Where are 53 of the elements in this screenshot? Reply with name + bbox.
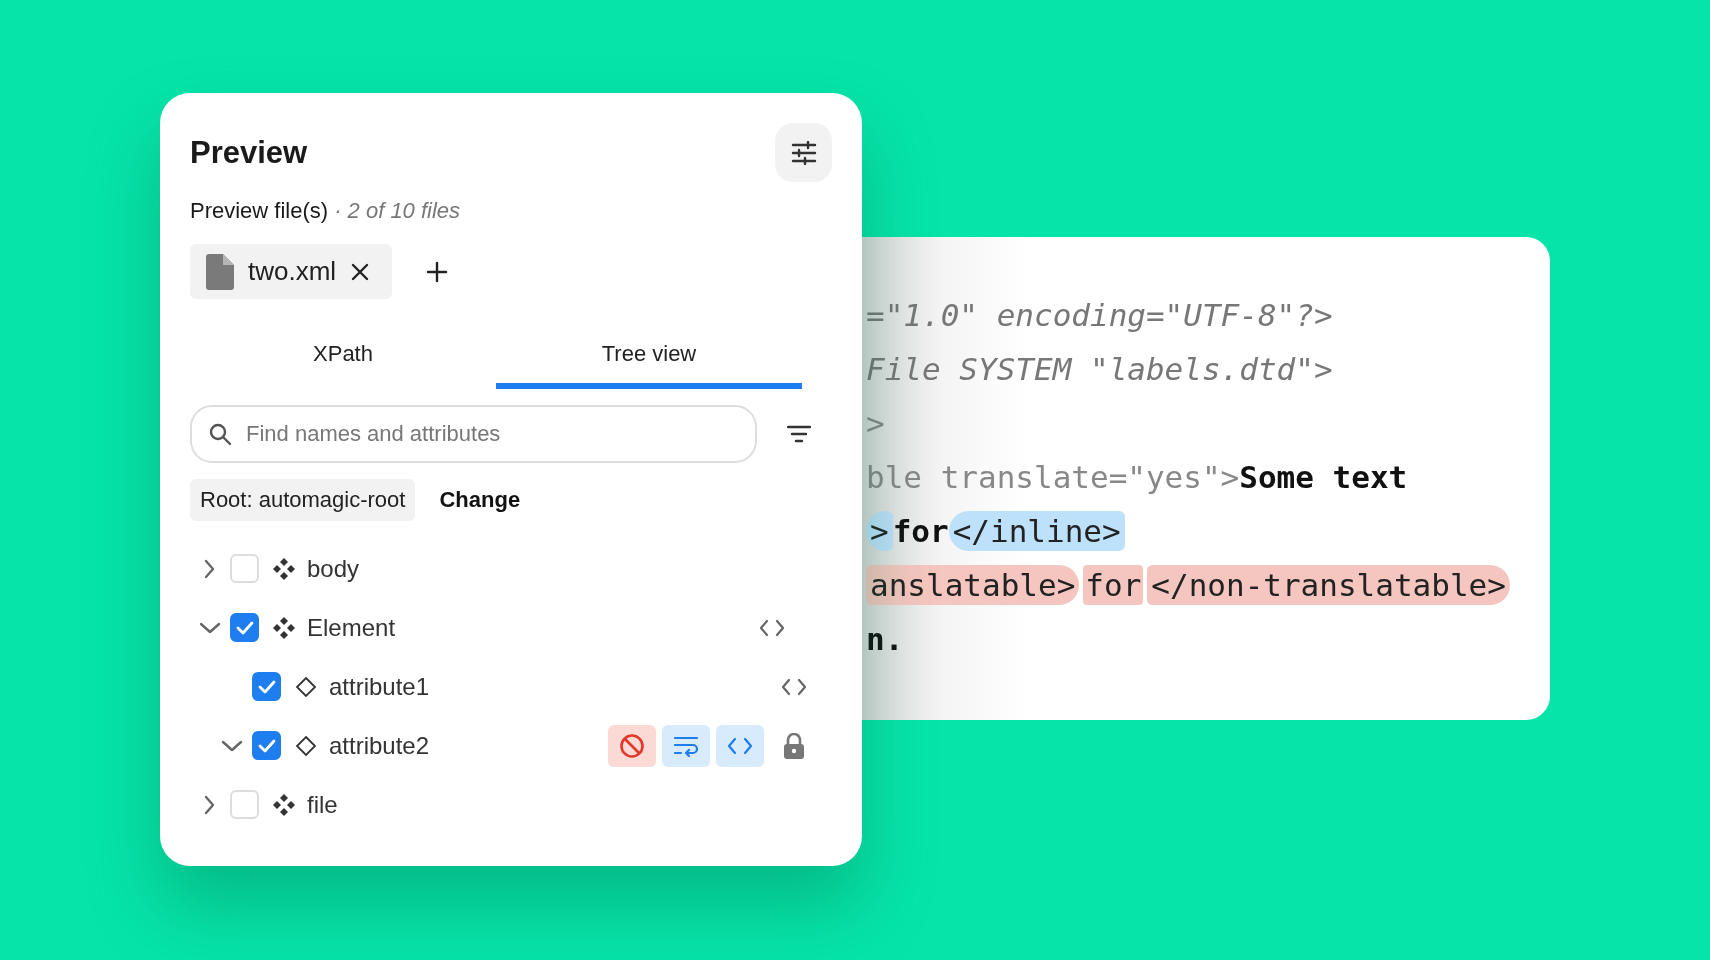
- node-name: attribute2: [329, 731, 430, 760]
- diamond-icon: [295, 675, 317, 698]
- code-icon: [781, 677, 807, 696]
- element-icon: [273, 557, 295, 580]
- search-icon: [208, 422, 232, 446]
- wrap-icon: [673, 734, 699, 757]
- file-chip[interactable]: two.xml: [190, 244, 393, 299]
- files-count: · 2 of 10 files: [334, 198, 461, 224]
- file-icon: [206, 253, 234, 290]
- file-name: two.xml: [248, 256, 337, 287]
- code-text: n.: [866, 621, 904, 657]
- sliders-icon: [790, 140, 817, 165]
- code-text: for: [1083, 565, 1144, 605]
- node-name: attribute1: [329, 672, 430, 701]
- tag-token: >: [866, 511, 893, 551]
- root-label: Root: automagic-root: [190, 479, 416, 521]
- check-icon: [257, 679, 276, 694]
- wrap-button[interactable]: [662, 724, 710, 767]
- checkbox[interactable]: [252, 672, 281, 701]
- code-text: ble translate="yes">: [866, 459, 1240, 495]
- node-name: file: [307, 790, 338, 819]
- tag-token: </non-translatable>: [1147, 565, 1510, 605]
- filter-icon[interactable]: [787, 425, 811, 443]
- code-text: ="1.0" encoding="UTF-8"?>: [866, 297, 1333, 333]
- check-icon: [257, 738, 276, 753]
- search-field[interactable]: Find names and attributes: [190, 405, 757, 463]
- check-icon: [235, 620, 254, 635]
- close-icon[interactable]: [350, 261, 371, 282]
- lock-icon: [783, 732, 805, 759]
- tag-token: anslatable>: [866, 565, 1080, 605]
- tab[interactable]: XPath: [190, 331, 496, 389]
- ignore-button[interactable]: [608, 724, 656, 767]
- code-text: >: [866, 405, 885, 441]
- code-text: File SYSTEM "labels.dtd">: [866, 351, 1333, 387]
- code-icon: [759, 618, 785, 637]
- code-icon: [727, 736, 753, 755]
- prohibited-icon: [619, 732, 645, 759]
- tab[interactable]: Tree view: [496, 331, 802, 389]
- checkbox[interactable]: [230, 613, 259, 642]
- code-text: Some text: [1239, 459, 1408, 495]
- settings-button[interactable]: [775, 123, 832, 182]
- checkbox[interactable]: [252, 731, 281, 760]
- node-name: body: [307, 554, 360, 583]
- tag-token: </inline>: [948, 511, 1125, 551]
- node-name: Element: [307, 613, 396, 642]
- element-icon: [273, 616, 295, 639]
- files-label: Preview file(s): [190, 198, 329, 224]
- code-button[interactable]: [716, 724, 764, 767]
- panel-title: Preview: [190, 134, 308, 171]
- code-text: for: [892, 513, 949, 549]
- diamond-icon: [295, 734, 317, 757]
- change-link[interactable]: Change: [439, 487, 521, 513]
- element-icon: [273, 793, 295, 816]
